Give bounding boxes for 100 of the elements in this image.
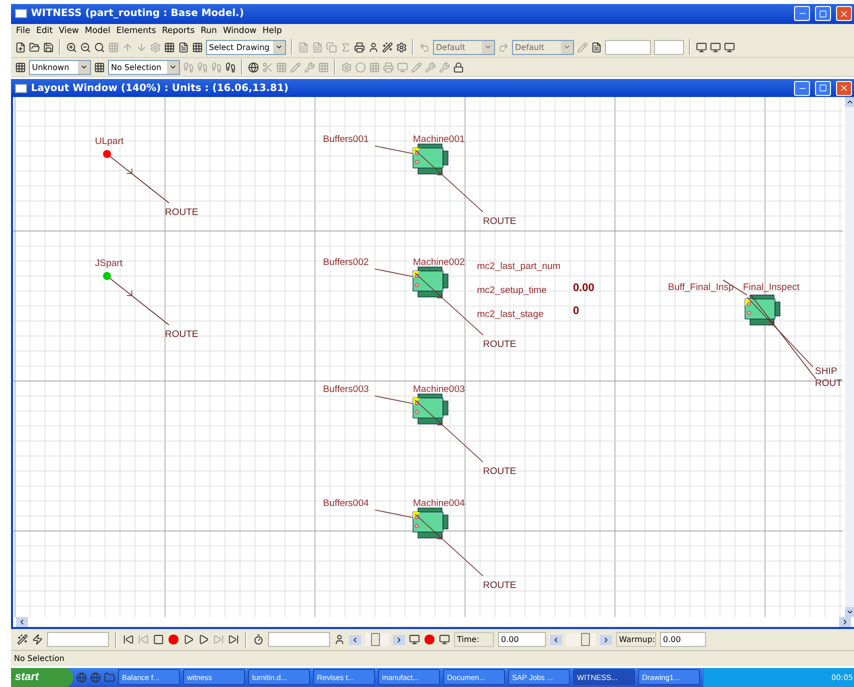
input-field[interactable]: [605, 40, 651, 55]
save-icon[interactable]: [43, 42, 54, 53]
globe-icon[interactable]: [248, 62, 259, 72]
wand-icon[interactable]: [382, 42, 393, 53]
machine-icon: [744, 294, 780, 326]
close-icon: [839, 83, 849, 94]
machine-icon: [412, 144, 448, 175]
document-icon[interactable]: [591, 42, 602, 53]
app-icon: [15, 9, 27, 18]
buffer-label: Buffers003: [323, 384, 369, 396]
timer-icon[interactable]: [253, 634, 264, 646]
menu-item[interactable]: View: [56, 26, 82, 36]
window-title: WITNESS (part_routing : Base Model.): [31, 8, 245, 20]
settings-icon[interactable]: [396, 42, 407, 53]
close-button[interactable]: [836, 6, 852, 22]
open-folder-icon[interactable]: [29, 42, 40, 53]
play-icon[interactable]: [198, 634, 209, 646]
machine-icon: [412, 394, 448, 425]
maximize-button[interactable]: [815, 6, 831, 22]
route-label: SHIP: [815, 366, 838, 378]
arrow-left-icon: [552, 636, 560, 644]
step-back-button[interactable]: [349, 634, 361, 645]
lightning-icon[interactable]: [32, 634, 43, 646]
zoom-in-icon[interactable]: [66, 42, 77, 53]
type-select[interactable]: Unknown: [29, 60, 91, 74]
maximize-icon: [819, 84, 827, 92]
input-field[interactable]: [654, 40, 684, 55]
step-forward-button[interactable]: [600, 634, 612, 645]
search-icon[interactable]: [94, 42, 105, 53]
monitor-icon[interactable]: [409, 634, 420, 646]
machine-icon: [412, 266, 448, 298]
menu-item[interactable]: Elements: [113, 26, 160, 36]
warmup-label: Warmup:: [616, 632, 656, 648]
zoom-out-icon[interactable]: [80, 42, 91, 53]
route-label: ROUT: [815, 378, 842, 390]
monitor-icon[interactable]: [696, 42, 707, 53]
buffer-label: Buff_Final_Insp: [668, 282, 734, 294]
connector-line: [374, 146, 416, 155]
close-button[interactable]: [836, 80, 852, 96]
monitor-icon[interactable]: [724, 42, 735, 53]
arrow-left-icon: [18, 618, 26, 626]
slider-thumb[interactable]: [371, 633, 380, 646]
monitor-icon[interactable]: [710, 42, 721, 53]
grid-icon[interactable]: [94, 62, 105, 72]
machine-label: Machine004: [413, 498, 465, 510]
machine-label: Machine002: [413, 257, 465, 268]
skip-back-icon[interactable]: [123, 634, 134, 646]
time-field[interactable]: 0.00: [498, 632, 546, 648]
status-bar: No Selection: [11, 651, 854, 666]
input-field[interactable]: [47, 632, 109, 648]
variable-label: mc2_last_stage: [477, 309, 544, 320]
selection-select[interactable]: No Selection: [108, 60, 180, 74]
part-label: JSpart: [95, 258, 122, 270]
new-file-icon[interactable]: [15, 42, 26, 53]
lock-icon[interactable]: [453, 62, 464, 72]
printer-icon[interactable]: [354, 42, 365, 53]
step-back-button[interactable]: [550, 634, 562, 645]
menu-item[interactable]: Reports: [159, 26, 198, 36]
buffer-label: Buffers001: [323, 134, 369, 146]
arrow-right-icon: [602, 636, 610, 644]
warmup-field[interactable]: 0.00: [660, 632, 706, 648]
vertical-scrollbar[interactable]: [845, 97, 854, 618]
grid-icon[interactable]: [192, 42, 203, 53]
scroll-right-button[interactable]: [839, 617, 851, 628]
machine-label: Final_Inspect: [743, 282, 800, 294]
play-icon[interactable]: [183, 634, 194, 646]
menu-item[interactable]: Edit: [33, 26, 56, 36]
menu-item[interactable]: Model: [82, 26, 114, 36]
step-forward-button[interactable]: [393, 634, 405, 645]
document-icon[interactable]: [178, 42, 189, 53]
folder-icon[interactable]: [104, 672, 115, 683]
record-icon[interactable]: [168, 634, 179, 646]
scroll-down-button[interactable]: [845, 607, 854, 618]
menu-item[interactable]: File: [13, 26, 34, 36]
menu-item[interactable]: Window: [220, 26, 260, 36]
record-icon[interactable]: [424, 634, 435, 646]
scroll-up-button[interactable]: [845, 97, 854, 108]
wand-icon[interactable]: [17, 634, 28, 646]
minimize-button[interactable]: [794, 6, 810, 22]
drawing-select[interactable]: Select Drawing: [206, 40, 286, 55]
input-field[interactable]: [268, 632, 330, 648]
maximize-button[interactable]: [815, 80, 831, 96]
menu-item[interactable]: Run: [198, 26, 220, 36]
skip-forward-icon[interactable]: [228, 634, 239, 646]
scroll-left-button[interactable]: [16, 617, 28, 628]
buffer-label: Buffers002: [323, 257, 369, 268]
connector-line: [374, 396, 416, 405]
start-button[interactable]: start: [11, 668, 73, 687]
minimize-button[interactable]: [794, 80, 810, 96]
app-icon: [15, 84, 27, 93]
grid-icon[interactable]: [15, 62, 26, 72]
route-label: ROUTE: [483, 466, 516, 478]
menu-item[interactable]: Help: [259, 26, 285, 36]
variable-label: mc2_setup_time: [477, 285, 547, 296]
slider-thumb[interactable]: [580, 633, 590, 646]
stop-icon[interactable]: [153, 634, 164, 646]
horizontal-scrollbar[interactable]: [11, 617, 854, 630]
monitor-icon[interactable]: [439, 634, 450, 646]
window-title: Layout Window (140%) : Units : (16.06,13.81): [31, 82, 290, 94]
grid-icon[interactable]: [164, 42, 175, 53]
